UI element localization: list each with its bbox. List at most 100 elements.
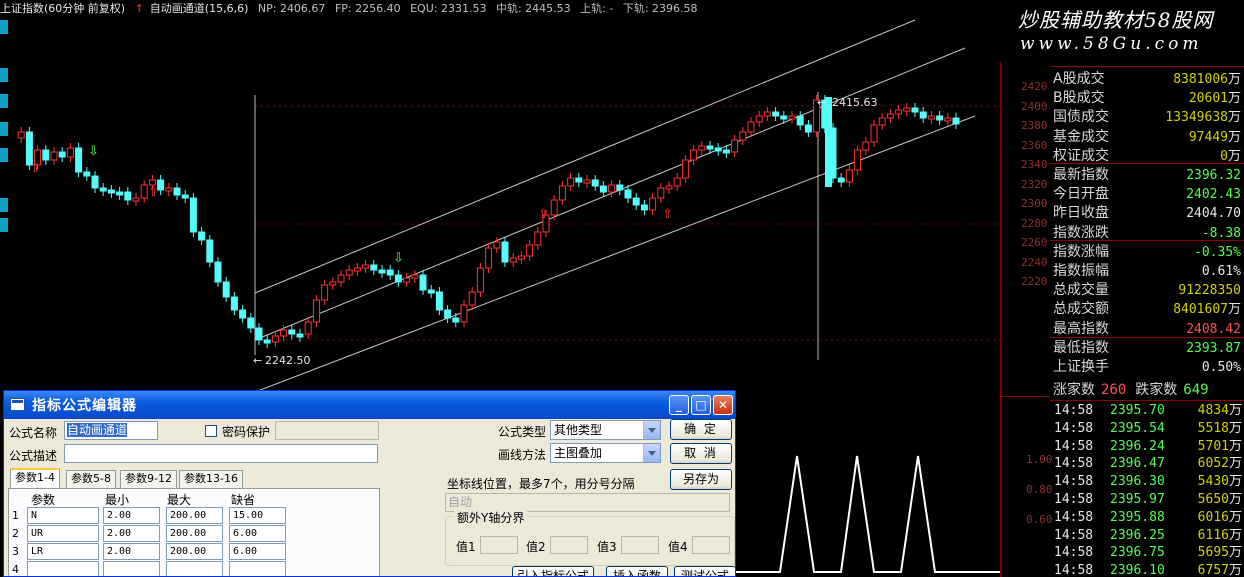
param-max-cell[interactable] [166,561,223,576]
close-button[interactable]: ✕ [713,395,733,415]
candle [681,159,689,179]
stat-row: 指数涨幅 -0.35% [1053,243,1241,262]
param-default-cell[interactable]: 6.00 [229,543,286,560]
candle [173,187,181,196]
tick-row[interactable]: 14:58 2396.25 6116万 [1054,527,1242,545]
price-axis-tick: 2280 [1021,216,1048,230]
candle [804,124,812,133]
candle [255,327,263,341]
param-default-cell[interactable] [229,561,286,576]
tick-row[interactable]: 14:58 2395.54 5518万 [1054,420,1242,438]
value1-input[interactable] [480,536,518,554]
chevron-down-icon[interactable] [643,421,660,439]
price-axis-tick: 2420 [1021,80,1048,93]
param-max-cell[interactable]: 200.00 [166,525,223,542]
tick-list[interactable]: 14:58 2395.70 4834万 14:58 2395.54 5518万 14:58 2… [1050,400,1244,577]
sub-indicator-pane[interactable] [735,396,1000,577]
tab-params-13-16[interactable]: 参数13-16 [179,470,243,488]
param-max-cell[interactable]: 200.00 [166,507,223,524]
param-default-cell[interactable]: 15.00 [229,507,286,524]
dialog-titlebar[interactable]: 指标公式编辑器 _ □ ✕ [4,391,735,419]
tick-row[interactable]: 14:58 2395.70 4834万 [1054,402,1242,420]
tick-time: 14:58 [1054,563,1094,577]
draw-method-value: 主图叠加 [554,446,603,460]
cancel-button[interactable]: 取 消 [670,443,732,464]
formula-editor-dialog[interactable]: 指标公式编辑器 _ □ ✕ 公式名称 自动画通道 密码保护 公式描述 公式类型 … [3,390,736,577]
price-axis-tick: 2300 [1021,197,1048,210]
param-min-cell[interactable]: 2.00 [103,507,160,524]
test-formula-button[interactable]: 测试公式 [674,566,735,576]
tab-params-1-4[interactable]: 参数1-4 [10,468,60,489]
draw-method-select[interactable]: 主图叠加 [550,443,661,463]
value3-input[interactable] [621,536,659,554]
candle [616,184,624,191]
tick-row[interactable]: 14:58 2396.47 6052万 [1054,455,1242,473]
stat-row: 指数振幅 0.61% [1053,262,1241,281]
tick-volume: 5430万 [1198,473,1242,491]
stat-number: 2404.70 [1186,206,1241,222]
value2-input[interactable] [550,536,588,554]
param-min-cell[interactable]: 2.00 [103,543,160,560]
value3-label: 值3 [597,540,617,554]
tick-row[interactable]: 14:58 2396.24 5701万 [1054,438,1242,456]
tick-row[interactable]: 14:58 2395.97 5650万 [1054,491,1242,509]
tick-time: 14:58 [1054,456,1094,472]
chevron-down-icon[interactable] [643,444,660,462]
minimize-button[interactable]: _ [669,395,689,415]
maximize-button[interactable]: □ [691,395,711,415]
window-icon [10,398,25,411]
candle [550,199,558,216]
param-min-cell[interactable] [103,561,160,576]
indicator-title[interactable]: 自动画通道(15,6,6) [150,2,249,15]
tick-price: 2396.47 [1110,456,1165,472]
formula-desc-input[interactable] [64,444,378,463]
param-name-cell[interactable]: UR [27,525,99,542]
tick-row[interactable]: 14:58 2396.75 5695万 [1054,544,1242,562]
value4-input[interactable] [692,536,730,554]
price-axis-tick: 2380 [1021,119,1048,132]
insert-function-button[interactable]: 插入函数 [606,566,668,576]
tick-row[interactable]: 14:58 2395.88 6016万 [1054,509,1242,527]
tab-params-9-12[interactable]: 参数9-12 [120,470,177,488]
extra-y-axis-label: 额外Y轴分界 [454,509,528,526]
candlestick-chart[interactable]: ⇧ ⇩ ⇧ ⇩ ⇧ ⇧ 2415.63 2242.50 ← ← [0,18,1000,390]
candle [124,191,132,201]
stat-number: 8381006 [1173,72,1228,87]
ok-button[interactable]: 确 定 [670,419,732,440]
param-default-cell[interactable]: 6.00 [229,525,286,542]
candle [825,97,832,187]
candle [42,149,50,161]
price-axis-tick: 2400 [1021,99,1048,113]
tick-row[interactable]: 14:58 2396.30 5430万 [1054,473,1242,491]
candle [50,151,58,161]
password-checkbox[interactable] [205,425,217,437]
stat-value: -0.35% [1194,243,1241,262]
stat-label: 指数涨幅 [1053,243,1109,260]
tick-row[interactable]: 14:58 2396.10 6757万 [1054,562,1242,577]
param-row-number: 3 [12,545,19,558]
password-input[interactable] [275,421,379,440]
stat-unit: 万 [1227,72,1241,87]
param-max-cell[interactable]: 200.00 [166,543,223,560]
tab-params-5-8[interactable]: 参数5-8 [66,470,116,488]
up-arrow-icon: ↑ [134,2,144,15]
candle [206,239,214,263]
formula-type-select[interactable]: 其他类型 [550,420,661,440]
formula-name-input[interactable]: 自动画通道 [64,421,158,440]
param-name-cell[interactable]: N [27,507,99,524]
param-min-cell[interactable]: 2.00 [103,525,160,542]
param-name-cell[interactable] [27,561,99,576]
markers: ⇧ ⇩ ⇧ ⇩ ⇧ ⇧ [30,144,673,266]
tick-volume-number: 6116 [1197,527,1229,543]
stat-number: 13349638 [1165,110,1228,126]
save-as-button[interactable]: 另存为 [670,469,732,490]
candle [690,149,698,161]
param-header-min: 最小 [105,493,130,507]
candle [99,187,107,192]
stat-value: 2404.70 [1186,204,1241,223]
import-formula-button[interactable]: 引入指标公式 [512,566,594,576]
candle [944,117,952,122]
candle [337,274,345,283]
param-name-cell[interactable]: LR [27,543,99,560]
stat-row: 最高指数 2408.42 [1053,320,1241,339]
